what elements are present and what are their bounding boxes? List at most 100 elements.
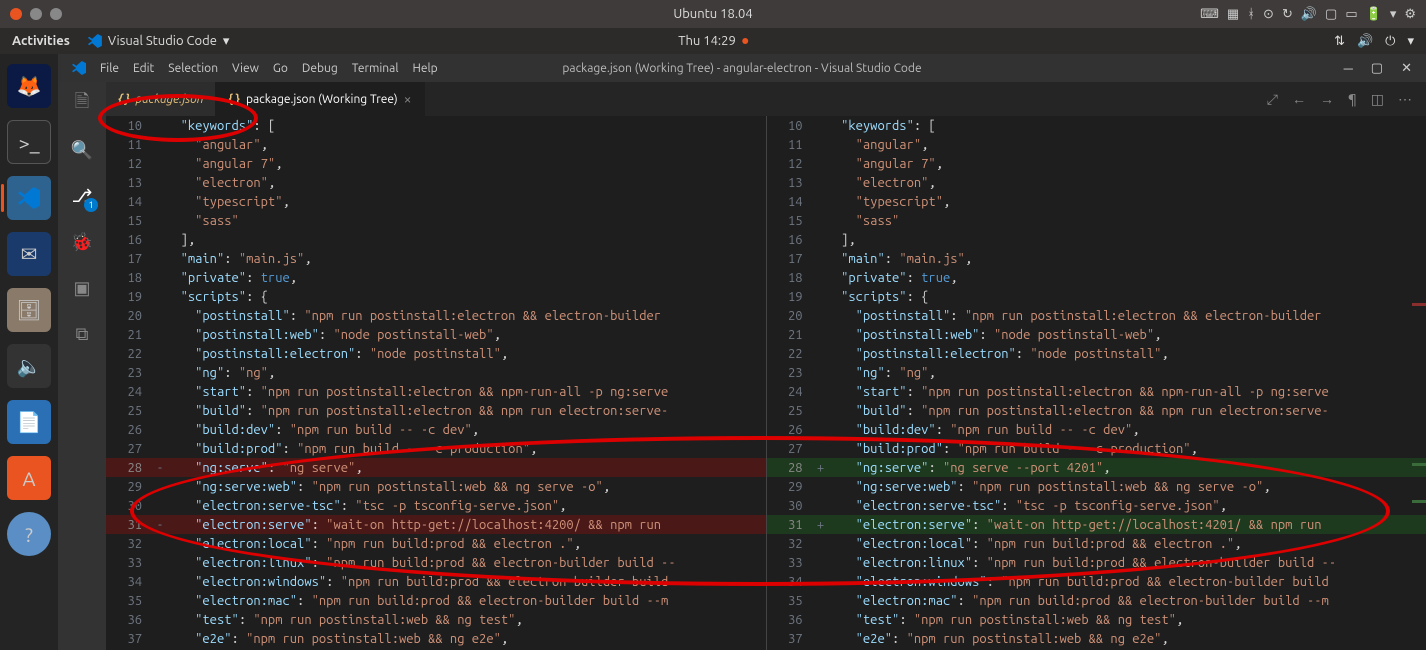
code-line[interactable]: 28- "ng:serve": "ng serve", [106, 458, 766, 477]
clock[interactable]: Thu 14:29 [678, 34, 748, 48]
code-line[interactable]: 33 "electron:linux": "npm run build:prod… [106, 553, 766, 572]
code-line[interactable]: 20 "postinstall": "npm run postinstall:e… [767, 306, 1426, 325]
code-line[interactable]: 10 "keywords": [ [106, 116, 766, 135]
nav-forward-icon[interactable]: → [1320, 91, 1334, 107]
activities-button[interactable]: Activities [12, 34, 70, 48]
extensions-icon[interactable]: ▣ [68, 274, 96, 302]
nav-back-icon[interactable]: ← [1292, 91, 1306, 107]
dock-terminal[interactable]: >_ [7, 120, 51, 164]
tab-0[interactable]: { }package.json [106, 82, 216, 116]
code-line[interactable]: 11 "angular", [767, 135, 1426, 154]
bluetooth-icon[interactable]: ᚼ [1247, 7, 1255, 22]
code-line[interactable]: 18 "private": true, [106, 268, 766, 287]
menu-edit[interactable]: Edit [133, 62, 154, 75]
code-line[interactable]: 24 "start": "npm run postinstall:electro… [767, 382, 1426, 401]
code-line[interactable]: 35 "electron:mac": "npm run build:prod &… [106, 591, 766, 610]
code-line[interactable]: 13 "electron", [767, 173, 1426, 192]
code-line[interactable]: 34 "electron:windows": "npm run build:pr… [767, 572, 1426, 591]
code-line[interactable]: 27 "build:prod": "npm run build -- -c pr… [106, 439, 766, 458]
code-line[interactable]: 12 "angular 7", [106, 154, 766, 173]
open-changes-icon[interactable]: ⤢ [1267, 91, 1278, 108]
code-line[interactable]: 36 "test": "npm run postinstall:web && n… [106, 610, 766, 629]
code-line[interactable]: 13 "electron", [106, 173, 766, 192]
code-line[interactable]: 26 "build:dev": "npm run build -- -c dev… [767, 420, 1426, 439]
menu-view[interactable]: View [232, 62, 259, 75]
code-line[interactable]: 11 "angular", [106, 135, 766, 154]
code-line[interactable]: 16 ], [767, 230, 1426, 249]
code-line[interactable]: 19 "scripts": { [767, 287, 1426, 306]
whitespace-icon[interactable]: ¶ [1348, 91, 1357, 107]
camera-icon[interactable]: ▭ [1345, 7, 1357, 22]
maximize-window-button[interactable] [50, 8, 62, 20]
code-line[interactable]: 32 "electron:local": "npm run build:prod… [767, 534, 1426, 553]
close-icon[interactable]: × [404, 91, 412, 107]
code-line[interactable]: 14 "typescript", [767, 192, 1426, 211]
maximize-icon[interactable]: ▢ [1371, 61, 1383, 76]
code-line[interactable]: 15 "sass" [106, 211, 766, 230]
code-line[interactable]: 20 "postinstall": "npm run postinstall:e… [106, 306, 766, 325]
code-line[interactable]: 29 "ng:serve:web": "npm run postinstall:… [767, 477, 1426, 496]
explorer-icon[interactable]: 🗎 [68, 90, 96, 118]
code-line[interactable]: 17 "main": "main.js", [767, 249, 1426, 268]
code-line[interactable]: 14 "typescript", [106, 192, 766, 211]
diff-modified-pane[interactable]: 10 "keywords": [11 "angular",12 "angular… [767, 116, 1426, 650]
menu-debug[interactable]: Debug [302, 62, 338, 75]
dock-thunderbird[interactable]: ✉ [7, 232, 51, 276]
code-line[interactable]: 22 "postinstall:electron": "node postins… [106, 344, 766, 363]
code-line[interactable]: 30 "electron:serve-tsc": "tsc -p tsconfi… [767, 496, 1426, 515]
dock-firefox[interactable]: 🦊 [7, 64, 51, 108]
dock-vscode[interactable] [7, 176, 51, 220]
close-icon[interactable]: ✕ [1401, 61, 1412, 76]
remote-icon[interactable]: ⧉ [68, 320, 96, 348]
code-line[interactable]: 35 "electron:mac": "npm run build:prod &… [767, 591, 1426, 610]
keyboard-icon[interactable]: ⌨ [1200, 7, 1219, 22]
minimize-icon[interactable]: ─ [1344, 61, 1353, 76]
dock-rhythmbox[interactable]: 🔈 [7, 344, 51, 388]
volume-icon[interactable]: 🔊 [1301, 7, 1317, 22]
menu-file[interactable]: File [100, 62, 119, 75]
code-line[interactable]: 37 "e2e": "npm run postinstall:web && ng… [106, 629, 766, 648]
active-app-menu[interactable]: Visual Studio Code ▾ [88, 34, 230, 49]
source-control-icon[interactable]: ⎇1 [68, 182, 96, 210]
menu-terminal[interactable]: Terminal [352, 62, 399, 75]
dropdown-icon[interactable]: ⊙ [1263, 7, 1274, 22]
code-line[interactable]: 25 "build": "npm run postinstall:electro… [106, 401, 766, 420]
code-line[interactable]: 32 "electron:local": "npm run build:prod… [106, 534, 766, 553]
menu-selection[interactable]: Selection [168, 62, 218, 75]
code-line[interactable]: 23 "ng": "ng", [106, 363, 766, 382]
display-icon[interactable]: ▢ [1325, 7, 1337, 22]
code-line[interactable]: 15 "sass" [767, 211, 1426, 230]
overview-ruler[interactable] [1412, 116, 1426, 650]
code-line[interactable]: 26 "build:dev": "npm run build -- -c dev… [106, 420, 766, 439]
code-line[interactable]: 36 "test": "npm run postinstall:web && n… [767, 610, 1426, 629]
grid-icon[interactable]: ▦ [1227, 7, 1239, 22]
code-line[interactable]: 31+ "electron:serve": "wait-on http-get:… [767, 515, 1426, 534]
code-line[interactable]: 22 "postinstall:electron": "node postins… [767, 344, 1426, 363]
chevron-down-icon[interactable]: ▾ [1390, 7, 1397, 22]
close-window-button[interactable] [10, 8, 22, 20]
code-line[interactable]: 18 "private": true, [767, 268, 1426, 287]
dock-files[interactable]: 🗄 [7, 288, 51, 332]
code-line[interactable]: 33 "electron:linux": "npm run build:prod… [767, 553, 1426, 572]
dock-help[interactable]: ? [7, 512, 51, 556]
split-editor-icon[interactable]: ◫ [1371, 91, 1384, 108]
debug-icon[interactable]: 🐞 [68, 228, 96, 256]
code-line[interactable]: 29 "ng:serve:web": "npm run postinstall:… [106, 477, 766, 496]
diff-original-pane[interactable]: 10 "keywords": [11 "angular",12 "angular… [106, 116, 766, 650]
code-line[interactable]: 23 "ng": "ng", [767, 363, 1426, 382]
dock-software[interactable]: A [7, 456, 51, 500]
code-line[interactable]: 21 "postinstall:web": "node postinstall-… [106, 325, 766, 344]
gear-icon[interactable]: ⚙ [1404, 7, 1416, 22]
menu-go[interactable]: Go [273, 62, 288, 75]
code-line[interactable]: 37 "e2e": "npm run postinstall:web && ng… [767, 629, 1426, 648]
code-line[interactable]: 30 "electron:serve-tsc": "tsc -p tsconfi… [106, 496, 766, 515]
code-line[interactable]: 17 "main": "main.js", [106, 249, 766, 268]
code-line[interactable]: 24 "start": "npm run postinstall:electro… [106, 382, 766, 401]
code-line[interactable]: 10 "keywords": [ [767, 116, 1426, 135]
menu-help[interactable]: Help [412, 62, 437, 75]
minimize-window-button[interactable] [30, 8, 42, 20]
code-line[interactable]: 31- "electron:serve": "wait-on http-get:… [106, 515, 766, 534]
code-line[interactable]: 34 "electron:windows": "npm run build:pr… [106, 572, 766, 591]
system-menu[interactable]: ⇅ 🔊 ⏻ ▾ [1334, 34, 1414, 49]
code-line[interactable]: 19 "scripts": { [106, 287, 766, 306]
